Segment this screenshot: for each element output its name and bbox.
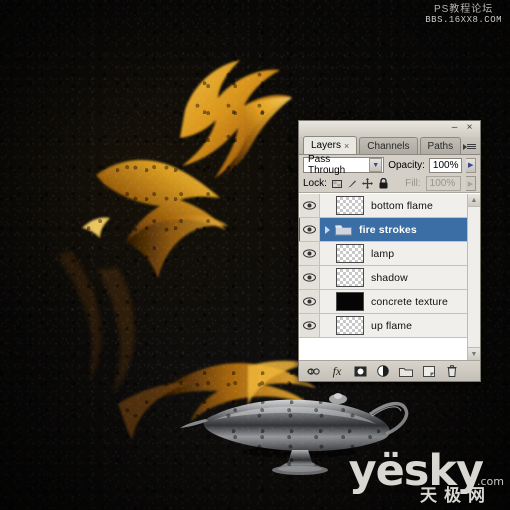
layer-row-lamp[interactable]: lamp bbox=[299, 242, 480, 266]
blend-mode-row[interactable]: Pass Through ▼ Opacity: 100% ▶ bbox=[299, 154, 480, 176]
tab-paths-label: Paths bbox=[427, 140, 454, 152]
fill-input[interactable]: 100% bbox=[425, 176, 461, 191]
watermark-site-url: BBS.16XX8.COM bbox=[425, 15, 502, 25]
fill-label: Fill: bbox=[405, 178, 421, 189]
layer-thumbnail[interactable] bbox=[336, 316, 364, 335]
tab-layers[interactable]: Layers × bbox=[303, 136, 358, 154]
add-layer-mask-icon[interactable] bbox=[353, 364, 367, 378]
group-expand-triangle-icon[interactable] bbox=[322, 225, 333, 234]
lock-transparent-pixels-icon[interactable] bbox=[331, 178, 342, 189]
watermark-yesky-logo: yësky.com 天极网 bbox=[349, 450, 504, 505]
layer-name-label: fire strokes bbox=[359, 223, 417, 236]
eye-visibility-icon[interactable] bbox=[300, 266, 320, 289]
layer-name-label: concrete texture bbox=[371, 295, 448, 308]
blend-mode-select[interactable]: Pass Through ▼ bbox=[303, 154, 385, 176]
watermark-top-right: PS教程论坛 BBS.16XX8.COM bbox=[425, 4, 502, 26]
lock-image-pixels-icon[interactable] bbox=[347, 178, 357, 189]
layer-name-label: bottom flame bbox=[371, 199, 433, 212]
lock-all-icon[interactable] bbox=[378, 178, 388, 189]
watermark-site-name: PS教程论坛 bbox=[433, 4, 494, 15]
layer-row-up-flame[interactable]: up flame bbox=[299, 314, 480, 338]
panel-tab-bar[interactable]: Layers × Channels Paths bbox=[299, 136, 480, 155]
opacity-input[interactable]: 100% bbox=[428, 157, 463, 173]
layer-thumbnail[interactable] bbox=[336, 244, 364, 263]
layers-panel[interactable]: – × Layers × Channels Paths Pass Through… bbox=[298, 120, 481, 382]
layer-list-scrollbar[interactable]: ▲ ▼ bbox=[467, 194, 480, 360]
layer-thumbnail[interactable] bbox=[336, 196, 364, 215]
link-layers-icon[interactable] bbox=[307, 364, 321, 378]
close-icon[interactable]: × bbox=[464, 123, 475, 134]
layer-row-concrete-texture[interactable]: concrete texture bbox=[299, 290, 480, 314]
folder-icon[interactable] bbox=[334, 220, 352, 239]
opacity-label: Opacity: bbox=[388, 159, 425, 171]
opacity-value: 100% bbox=[432, 159, 459, 171]
layer-style-fx-icon[interactable]: fx bbox=[330, 364, 344, 378]
lock-position-icon[interactable] bbox=[362, 178, 374, 189]
layer-name-label: shadow bbox=[371, 271, 408, 284]
new-layer-icon[interactable] bbox=[422, 364, 436, 378]
photoshop-document-canvas: put all flames in folder – × Layers × Ch… bbox=[0, 0, 510, 510]
eye-visibility-icon[interactable] bbox=[300, 242, 320, 265]
new-group-icon[interactable] bbox=[399, 364, 413, 378]
layer-row-bottom-flame[interactable]: bottom flame bbox=[299, 194, 480, 218]
layer-row-shadow[interactable]: shadow bbox=[299, 266, 480, 290]
layer-name-label: up flame bbox=[371, 319, 413, 332]
eye-visibility-icon[interactable] bbox=[300, 290, 320, 313]
lock-label: Lock: bbox=[303, 178, 327, 189]
layer-thumbnail[interactable] bbox=[336, 268, 364, 287]
layer-name-label: lamp bbox=[371, 247, 395, 260]
lock-row[interactable]: Lock: Fill: 100% ▶ bbox=[299, 175, 480, 193]
eye-visibility-icon[interactable] bbox=[300, 218, 320, 241]
scroll-up-icon[interactable]: ▲ bbox=[468, 194, 480, 207]
tab-channels[interactable]: Channels bbox=[359, 137, 418, 154]
chevron-down-icon[interactable]: ▼ bbox=[369, 158, 383, 172]
tab-layers-label: Layers bbox=[311, 140, 342, 151]
tab-paths[interactable]: Paths bbox=[419, 137, 462, 154]
new-adjustment-layer-icon[interactable] bbox=[376, 364, 390, 378]
opacity-slider-arrow-icon[interactable]: ▶ bbox=[466, 157, 476, 173]
scroll-down-icon[interactable]: ▼ bbox=[468, 347, 480, 360]
layer-list[interactable]: bottom flame fire strokes lamp shadow co… bbox=[299, 193, 480, 360]
fill-value: 100% bbox=[429, 178, 456, 189]
tab-close-icon[interactable]: × bbox=[344, 141, 349, 151]
panel-bottom-toolbar[interactable]: fx bbox=[299, 360, 480, 381]
blend-mode-value: Pass Through bbox=[308, 154, 346, 176]
eye-visibility-icon[interactable] bbox=[300, 314, 320, 337]
panel-menu-icon[interactable] bbox=[463, 140, 477, 153]
eye-visibility-icon[interactable] bbox=[300, 194, 320, 217]
layer-row-fire-strokes[interactable]: fire strokes bbox=[299, 218, 480, 242]
fill-slider-arrow-icon[interactable]: ▶ bbox=[465, 176, 476, 191]
panel-titlebar[interactable]: – × bbox=[299, 121, 480, 137]
minimize-icon[interactable]: – bbox=[449, 123, 460, 134]
delete-layer-icon[interactable] bbox=[445, 364, 459, 378]
tab-channels-label: Channels bbox=[367, 140, 410, 152]
layer-thumbnail[interactable] bbox=[336, 292, 364, 311]
